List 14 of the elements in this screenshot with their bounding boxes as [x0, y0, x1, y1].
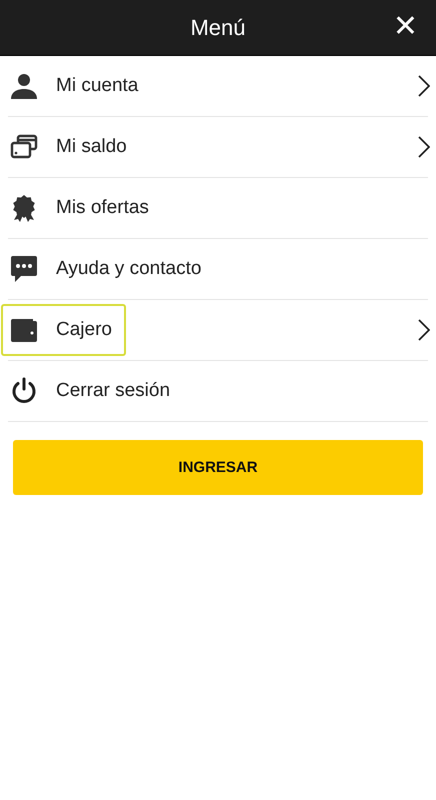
login-button[interactable]: INGRESAR — [13, 440, 423, 495]
cards-icon — [10, 133, 38, 161]
menu-item[interactable]: Cajero — [1, 304, 126, 356]
close-button[interactable]: ✕ — [388, 9, 422, 45]
menu-item[interactable]: Mi cuenta — [1, 60, 152, 112]
menu-item[interactable]: Mis ofertas — [1, 182, 163, 234]
wallet-icon — [10, 316, 38, 344]
menu-item[interactable]: Cerrar sesión — [1, 365, 184, 417]
power-icon — [10, 377, 38, 405]
menu-item[interactable]: Mi saldo — [1, 121, 141, 173]
menu-title: Menú — [190, 14, 246, 40]
chat-icon — [10, 255, 38, 283]
person-icon — [10, 72, 38, 100]
menu-item[interactable]: Ayuda y contacto — [1, 243, 216, 295]
